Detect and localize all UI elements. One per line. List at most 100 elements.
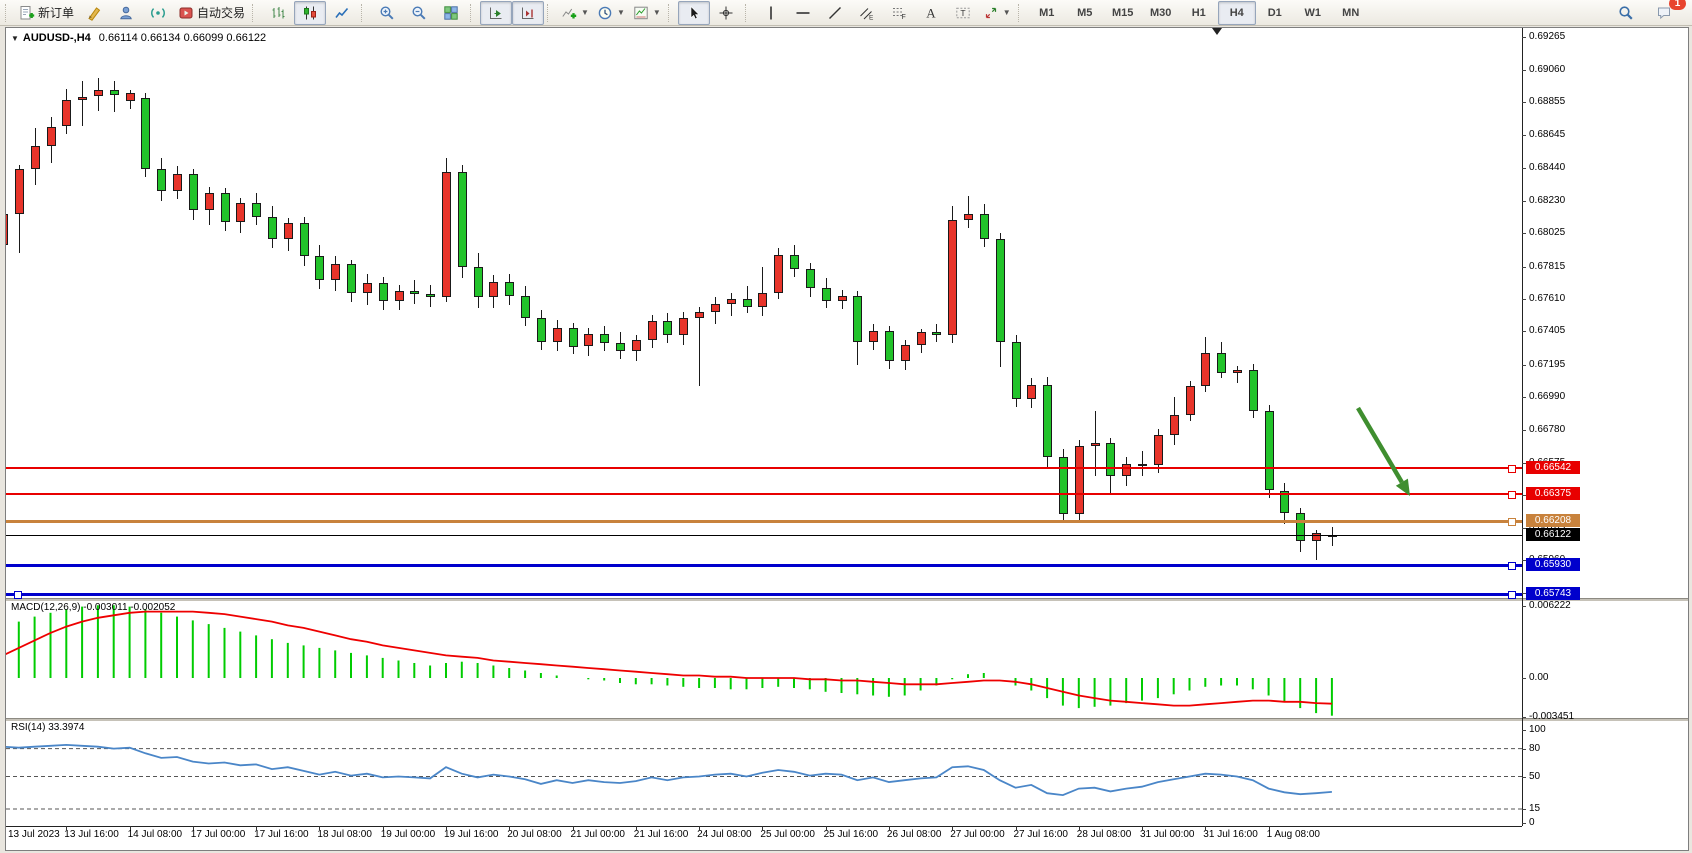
horizontal-line-tool[interactable] [787,1,819,25]
candle [474,267,483,297]
timeframe-m5[interactable]: M5 [1066,1,1104,25]
line-handle[interactable] [1508,591,1516,599]
new-order-button[interactable]: 新订单 [15,1,78,25]
cursor-tool[interactable] [678,1,710,25]
text-tool[interactable]: A [915,1,947,25]
candle [1170,415,1179,436]
chart-shift-button[interactable] [512,1,544,25]
new-order-icon [19,5,35,21]
hline-0.65930[interactable] [6,564,1522,567]
channel-tool[interactable]: E [851,1,883,25]
line-handle[interactable] [1508,491,1516,499]
auto-scroll-button[interactable] [480,1,512,25]
candle [996,239,1005,342]
candle [284,223,293,239]
price-tickmark [1522,430,1526,431]
fibonacci-icon: F [891,5,907,21]
hline-0.66122[interactable] [6,535,1522,536]
arrows-tool[interactable]: ▼ [979,1,1015,25]
candle [221,193,230,222]
candle [727,299,736,304]
timeframe-m1[interactable]: M1 [1028,1,1066,25]
zoom-in-button[interactable] [371,1,403,25]
candle-wick [731,293,732,317]
chat-button[interactable]: 1 [1648,1,1680,25]
rsi-tickmark [1522,730,1526,731]
hline-0.65743[interactable] [6,593,1522,596]
candle [663,321,672,335]
price-tickmark [1522,331,1526,332]
bar-chart-button[interactable] [262,1,294,25]
price-pane[interactable] [6,28,1522,598]
templates-button[interactable]: ▼ [629,1,665,25]
time-axis-line [6,826,1522,827]
candle [62,100,71,127]
price-line-label: 0.66375 [1526,487,1580,500]
timeframe-m15[interactable]: M15 [1104,1,1142,25]
candle [1106,443,1115,476]
line-handle[interactable] [14,591,22,599]
hline-0.66208[interactable] [6,520,1522,523]
time-axis-label: 24 Jul 08:00 [697,829,752,840]
timeframe-m30[interactable]: M30 [1142,1,1180,25]
candle [679,318,688,335]
price-tick-label: 0.67815 [1529,261,1565,272]
chevron-down-icon: ▼ [653,8,661,17]
chart-window: ▼AUDUSD-,H40.66114 0.66134 0.66099 0.661… [5,27,1689,851]
line-handle[interactable] [1508,465,1516,473]
macd-pane [6,600,1522,718]
price-tickmark [1522,299,1526,300]
tile-windows-icon [443,5,459,21]
time-axis-label: 25 Jul 16:00 [824,829,879,840]
signals-button[interactable] [142,1,174,25]
candle [1186,386,1195,415]
macd-label: MACD(12,26,9) -0.003011 -0.002052 [11,602,175,613]
timeframe-d1[interactable]: D1 [1256,1,1294,25]
profile-icon [118,5,134,21]
candle [410,291,419,294]
vertical-line-tool[interactable] [755,1,787,25]
line-handle[interactable] [1508,562,1516,570]
profile-button[interactable] [110,1,142,25]
timeframe-w1[interactable]: W1 [1294,1,1332,25]
price-line-label: 0.65743 [1526,587,1580,600]
candle [442,172,451,297]
crayon-icon [86,5,102,21]
candlestick-button[interactable] [294,1,326,25]
zoom-out-icon [411,5,427,21]
time-axis-label: 20 Jul 08:00 [507,829,562,840]
fibonacci-tool[interactable]: F [883,1,915,25]
candle [489,282,498,298]
indicators-button[interactable]: ▼ [557,1,593,25]
trend-arrow-annotation[interactable] [1348,398,1420,506]
time-axis-label: 21 Jul 00:00 [571,829,626,840]
hline-0.66375[interactable] [6,493,1522,495]
candle [1154,435,1163,465]
tile-windows-button[interactable] [435,1,467,25]
timeframe-h1[interactable]: H1 [1180,1,1218,25]
time-axis-label: 21 Jul 16:00 [634,829,689,840]
hline-0.66542[interactable] [6,467,1522,469]
chart-shift-marker[interactable] [1212,28,1222,35]
label-tool[interactable]: T [947,1,979,25]
line-handle[interactable] [1508,518,1516,526]
candle-wick [1237,366,1238,383]
periods-button[interactable]: ▼ [593,1,629,25]
line-chart-button[interactable] [326,1,358,25]
autotrade-button[interactable]: 自动交易 [174,1,249,25]
styler-button[interactable] [78,1,110,25]
time-axis-label: 27 Jul 16:00 [1014,829,1069,840]
vertical-line-icon [763,5,779,21]
time-axis-label: 14 Jul 08:00 [128,829,183,840]
search-button[interactable] [1610,1,1642,25]
rsi-tickmark [1522,823,1526,824]
crosshair-tool[interactable] [710,1,742,25]
timeframe-mn[interactable]: MN [1332,1,1370,25]
zoom-out-button[interactable] [403,1,435,25]
signal-icon [150,5,166,21]
trendline-tool[interactable] [819,1,851,25]
timeframe-h4[interactable]: H4 [1218,1,1256,25]
rsi-pane [6,720,1522,826]
symbol-dropdown-icon[interactable]: ▼ [11,34,19,43]
rsi-plot [6,720,1522,826]
